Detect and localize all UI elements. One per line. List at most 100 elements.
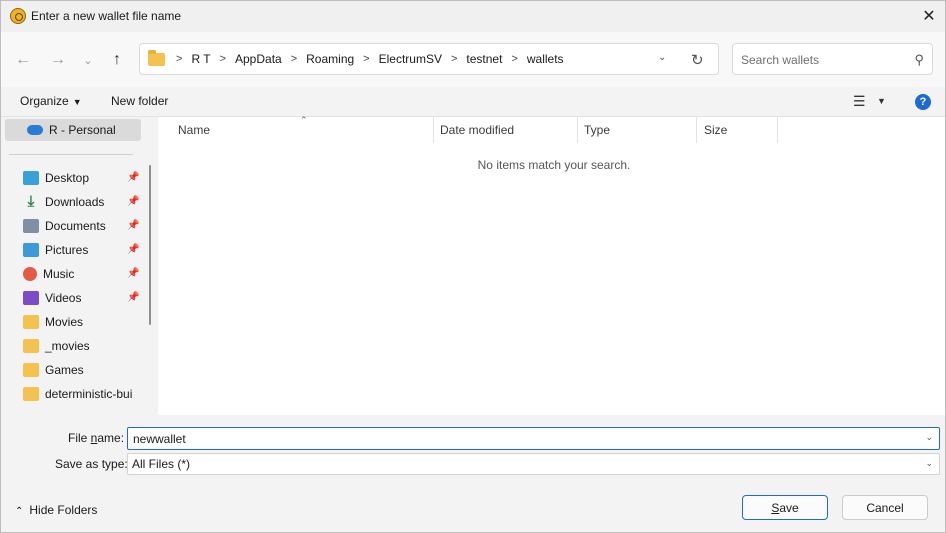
save-as-type-value: All Files (*) [132,457,191,471]
save-button-rest: ave [779,500,799,515]
sidebar-item-music[interactable]: Music [23,263,74,285]
organize-label: Organize [20,94,69,108]
electrum-app-icon [10,8,26,24]
sidebar-item-downloads[interactable]: ⤓ Downloads [23,191,105,213]
save-file-dialog: Enter a new wallet file name ✕ ← → ⌄ ↑ >… [0,0,946,533]
column-header-name[interactable]: Name [178,123,210,137]
chevron-down-icon[interactable]: ⌄ [925,432,933,443]
caret-up-icon: ⌃ [15,506,24,517]
sidebar-item-documents[interactable]: Documents [23,215,106,237]
chevron-down-icon[interactable]: ⌄ [658,52,666,63]
videos-icon [23,291,39,305]
file-name-label-post: ame: [97,431,125,445]
file-name-input[interactable] [133,431,903,447]
sidebar-item-label: Documents [45,219,106,233]
onedrive-cloud-icon [27,125,43,135]
sidebar-item-label: Games [45,363,84,377]
pin-icon: 📌 [127,292,140,303]
chevron-right-icon[interactable]: > [287,53,301,65]
folder-icon [23,363,39,377]
address-bar[interactable]: > R T > AppData > Roaming > ElectrumSV >… [139,43,719,75]
help-icon[interactable]: ? [915,94,931,110]
navigation-bar: ← → ⌄ ↑ > R T > AppData > Roaming > Elec… [1,32,945,87]
column-divider[interactable] [433,117,434,143]
sidebar-item-games[interactable]: Games [23,359,84,381]
close-button[interactable]: ✕ [917,4,941,28]
breadcrumb-item[interactable]: Roaming [301,52,359,66]
sidebar-item-label: Desktop [45,171,90,185]
save-as-type-select[interactable]: All Files (*) ⌄ [127,453,940,475]
sidebar-item-label: Movies [45,315,84,329]
folder-icon [23,339,39,353]
column-header-date-modified[interactable]: Date modified [440,123,514,137]
column-header-size[interactable]: Size [704,123,727,137]
breadcrumb-item[interactable]: AppData [230,52,287,66]
pin-icon: 📌 [127,196,140,207]
column-divider[interactable] [577,117,578,143]
pin-icon: 📌 [127,172,140,183]
sort-ascending-icon: ⌃ [300,115,308,125]
command-bar: Organize ▼ New folder ☰ ▼ ? [1,87,945,117]
recent-locations-chevron-icon[interactable]: ⌄ [76,48,100,72]
new-folder-button[interactable]: New folder [111,94,168,108]
navigation-pane: R - Personal Desktop 📌 ⤓ Downloads 📌 Doc… [1,117,157,415]
sidebar-scrollbar[interactable] [149,165,151,325]
sidebar-item-movies-underscore[interactable]: _movies [23,335,90,357]
sidebar-item-label: Videos [45,291,82,305]
pin-icon: 📌 [127,244,140,255]
column-divider[interactable] [696,117,697,143]
organize-button[interactable]: Organize ▼ [20,94,82,108]
documents-icon [23,219,39,233]
breadcrumb-item[interactable]: R T [186,52,215,66]
save-button[interactable]: Save [742,495,828,520]
view-options-icon[interactable]: ☰ [853,93,866,110]
breadcrumb-item[interactable]: wallets [522,52,569,66]
sidebar-item-onedrive[interactable]: R - Personal [5,119,141,141]
chevron-right-icon[interactable]: > [359,53,373,65]
chevron-right-icon[interactable]: > [507,53,521,65]
empty-state-message: No items match your search. [477,158,631,172]
sidebar-item-label: R - Personal [49,123,116,137]
chevron-right-icon[interactable]: > [447,53,461,65]
music-icon [23,267,37,281]
sidebar-item-label: Downloads [45,195,105,209]
save-as-type-label: Save as type: [55,457,128,471]
title-bar: Enter a new wallet file name ✕ [1,1,945,32]
window-title: Enter a new wallet file name [31,9,182,23]
sidebar-item-pictures[interactable]: Pictures [23,239,88,261]
pin-icon: 📌 [127,220,140,231]
chevron-right-icon[interactable]: > [172,53,186,65]
chevron-down-icon: ⌄ [925,458,933,468]
folder-icon [23,315,39,329]
sidebar-item-label: _movies [45,339,90,353]
sidebar-item-videos[interactable]: Videos [23,287,81,309]
file-name-label-pre: File [68,431,91,445]
save-options-panel: File name: ⌄ Save as type: All Files (*)… [1,415,945,532]
up-arrow-icon[interactable]: ↑ [105,48,129,72]
sidebar-item-deterministic[interactable]: deterministic-bui [23,383,141,405]
sidebar-item-label: Pictures [45,243,89,257]
back-arrow-icon[interactable]: ← [11,48,35,72]
sidebar-item-label: Music [43,267,75,281]
search-icon[interactable]: ⚲ [914,52,924,68]
cancel-button[interactable]: Cancel [842,495,928,520]
download-icon: ⤓ [27,193,35,210]
chevron-right-icon[interactable]: > [216,53,230,65]
search-box: ⚲ [732,43,933,75]
sidebar-item-movies[interactable]: Movies [23,311,83,333]
breadcrumb-item[interactable]: testnet [461,52,507,66]
hide-folders-label: Hide Folders [29,503,98,517]
caret-down-icon[interactable]: ▼ [877,96,886,106]
sidebar-item-desktop[interactable]: Desktop [23,167,89,189]
forward-arrow-icon[interactable]: → [46,48,70,72]
hide-folders-button[interactable]: ⌃ Hide Folders [15,503,97,517]
column-header-type[interactable]: Type [584,123,610,137]
pictures-icon [23,243,39,257]
search-input[interactable] [741,51,901,68]
breadcrumb-item[interactable]: ElectrumSV [374,52,447,66]
refresh-icon[interactable]: ↻ [691,51,704,69]
breadcrumb: > R T > AppData > Roaming > ElectrumSV >… [172,52,569,66]
file-list: ⌃ Name Date modified Type Size No items … [158,115,945,415]
column-divider[interactable] [777,117,778,143]
file-name-label: File name: [68,431,124,445]
